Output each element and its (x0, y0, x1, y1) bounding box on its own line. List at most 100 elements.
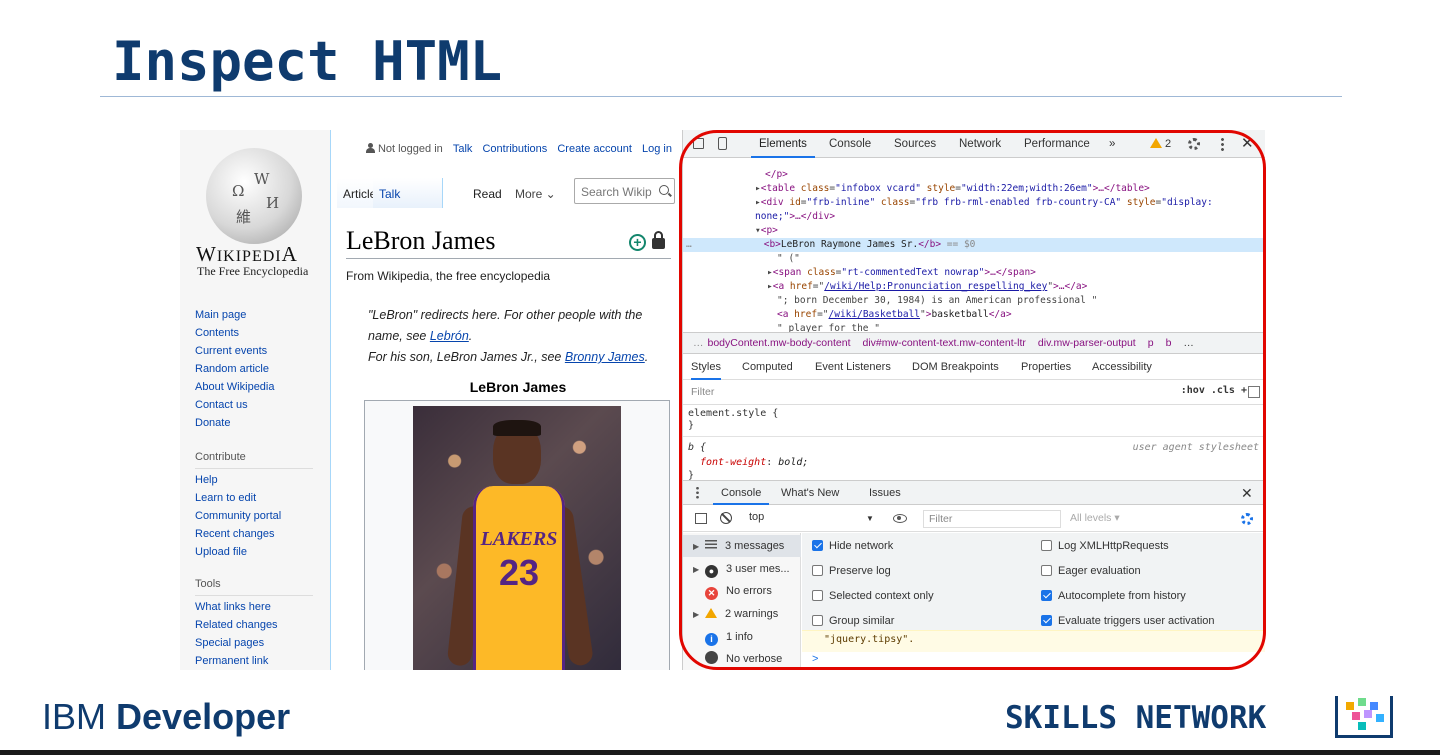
dom-node-p[interactable]: ▾<p> (755, 224, 778, 238)
tab-read[interactable]: Read (467, 178, 508, 208)
dom-node-a-pronunciation[interactable]: ▸<a href="/wiki/Help:Pronunciation_respe… (767, 280, 1087, 294)
sidebar-item-contents[interactable]: Contents (195, 324, 275, 342)
dom-node-span[interactable]: ▸<span class="rt-commentedText nowrap">…… (767, 266, 1036, 280)
sidebar-item-permanent-link[interactable]: Permanent link (195, 652, 313, 670)
log-in-link[interactable]: Log in (642, 143, 672, 155)
sidebar-item-community-portal[interactable]: Community portal (195, 507, 313, 525)
breadcrumb-bodycontent[interactable]: bodyContent.mw-body-content (708, 337, 851, 349)
log-xhr-checkbox[interactable]: Log XMLHttpRequests (1041, 540, 1169, 552)
sidebar-item-what-links-here[interactable]: What links here (195, 598, 313, 616)
warnings-badge[interactable]: 2 (1150, 130, 1171, 158)
breadcrumb-p[interactable]: p (1148, 337, 1154, 349)
log-levels-dropdown[interactable]: All levels ▾ (1070, 512, 1120, 524)
bronny-james-link[interactable]: Bronny James (565, 350, 645, 364)
preserve-log-checkbox[interactable]: Preserve log (812, 565, 891, 577)
sidebar-item-help[interactable]: Help (195, 471, 313, 489)
breadcrumb-scroll-left[interactable]: … (683, 337, 704, 349)
font-weight-declaration[interactable]: font-weight: bold; (700, 457, 808, 469)
dom-node-a-basketball[interactable]: <a href="/wiki/Basketball">basketball</a… (777, 308, 1012, 322)
player-photo[interactable]: LAKERS 23 (413, 406, 621, 670)
lock-icon[interactable] (652, 231, 665, 249)
dom-node-p-close[interactable]: </p> (765, 168, 788, 182)
talk-link[interactable]: Talk (453, 143, 473, 155)
drawer-tab-issues[interactable]: Issues (869, 481, 901, 505)
breadcrumb-scroll-right[interactable]: … (1183, 337, 1194, 349)
message-group-errors[interactable]: ✕ No errors (693, 580, 772, 602)
dom-text-player[interactable]: " player for the " (777, 322, 880, 332)
evaluate-triggers-checkbox[interactable]: Evaluate triggers user activation (1041, 615, 1215, 627)
tab-dom-breakpoints[interactable]: DOM Breakpoints (912, 354, 999, 380)
live-expression-eye-icon[interactable] (893, 514, 907, 523)
element-style-selector[interactable]: element.style { (688, 408, 778, 420)
tab-styles[interactable]: Styles (691, 354, 721, 380)
sidebar-item-recent-changes[interactable]: Recent changes (195, 525, 313, 543)
search-input[interactable]: Search Wikip (574, 178, 675, 204)
sidebar-item-related-changes[interactable]: Related changes (195, 616, 313, 634)
tab-network[interactable]: Network (959, 130, 1001, 158)
inspect-element-icon[interactable] (693, 138, 704, 149)
sidebar-item-special-pages[interactable]: Special pages (195, 634, 313, 652)
tab-properties[interactable]: Properties (1021, 354, 1071, 380)
sidebar-item-current-events[interactable]: Current events (195, 342, 275, 360)
console-prompt[interactable]: > (802, 652, 1265, 670)
sidebar-item-random-article[interactable]: Random article (195, 360, 275, 378)
sidebar-item-main-page[interactable]: Main page (195, 306, 275, 324)
dom-text-paren[interactable]: " (" (777, 252, 800, 266)
group-similar-checkbox[interactable]: Group similar (812, 615, 894, 627)
console-settings-icon[interactable] (1241, 513, 1253, 525)
tab-talk[interactable]: Talk (373, 178, 443, 208)
autocomplete-history-checkbox[interactable]: Autocomplete from history (1041, 590, 1186, 602)
breadcrumb-b[interactable]: b (1166, 337, 1172, 349)
styles-filter-input[interactable]: Filter (691, 386, 714, 398)
tab-performance[interactable]: Performance (1024, 130, 1090, 158)
search-icon[interactable] (659, 185, 669, 195)
console-sidebar-toggle-icon[interactable] (695, 513, 707, 524)
message-group-all[interactable]: ▶ 3 messages (683, 535, 801, 557)
drawer-menu-icon[interactable] (696, 486, 699, 499)
dom-node-table[interactable]: ▸<table class="infobox vcard" style="wid… (755, 182, 1150, 196)
message-group-warnings[interactable]: ▶ 2 warnings (693, 603, 778, 625)
context-selector[interactable]: top (749, 511, 764, 523)
dom-node-div-frb[interactable]: ▸<div id="frb-inline" class="frb frb-rml… (755, 196, 1213, 210)
tab-sources[interactable]: Sources (894, 130, 936, 158)
b-rule-selector[interactable]: b { (688, 442, 706, 454)
create-account-link[interactable]: Create account (557, 143, 632, 155)
add-circle-icon[interactable]: + (629, 234, 646, 251)
drawer-tab-whats-new[interactable]: What's New (781, 481, 839, 505)
hide-network-checkbox[interactable]: Hide network (812, 540, 893, 552)
settings-gear-icon[interactable] (1188, 138, 1200, 150)
tab-computed[interactable]: Computed (742, 354, 793, 380)
more-tabs-button[interactable]: » (1109, 130, 1115, 158)
tab-event-listeners[interactable]: Event Listeners (815, 354, 891, 380)
drawer-tab-console[interactable]: Console (713, 481, 770, 505)
contributions-link[interactable]: Contributions (482, 143, 547, 155)
wikipedia-globe-icon[interactable]: Ω W И 維 (206, 148, 302, 244)
clear-console-icon[interactable] (720, 512, 732, 524)
toggle-sidebar-icon[interactable] (1248, 386, 1260, 398)
lebron-disambiguation-link[interactable]: Lebrón (430, 329, 469, 343)
dom-text-born[interactable]: "; born December 30, 1984) is an America… (777, 294, 1097, 308)
breadcrumb-parser-output[interactable]: div.mw-parser-output (1038, 337, 1136, 349)
breadcrumb-content-text[interactable]: div#mw-content-text.mw-content-ltr (863, 337, 1026, 349)
sidebar-item-contact[interactable]: Contact us (195, 396, 275, 414)
close-drawer-icon[interactable]: ✕ (1241, 481, 1253, 505)
styles-filter-tools[interactable]: :hov .cls + (1181, 385, 1247, 396)
tab-console[interactable]: Console (829, 130, 871, 158)
message-group-info[interactable]: i1 info (693, 626, 753, 648)
message-group-verbose[interactable]: No verbose (693, 648, 782, 670)
tab-accessibility[interactable]: Accessibility (1092, 354, 1152, 380)
selected-context-checkbox[interactable]: Selected context only (812, 590, 934, 602)
context-dropdown-icon[interactable]: ▼ (866, 514, 874, 523)
tab-elements[interactable]: Elements (751, 130, 815, 158)
sidebar-item-about[interactable]: About Wikipedia (195, 378, 275, 396)
dom-node-b-selected[interactable]: … <b>LeBron Raymone James Sr.</b> == $0 (683, 238, 1265, 253)
close-devtools-icon[interactable]: ✕ (1241, 130, 1254, 158)
sidebar-item-learn-to-edit[interactable]: Learn to edit (195, 489, 313, 507)
sidebar-item-donate[interactable]: Donate (195, 414, 275, 432)
eager-evaluation-checkbox[interactable]: Eager evaluation (1041, 565, 1141, 577)
device-toolbar-icon[interactable] (718, 137, 727, 150)
more-options-icon[interactable] (1221, 137, 1224, 151)
message-group-user[interactable]: ▶ ● 3 user mes... (693, 558, 790, 580)
sidebar-item-upload-file[interactable]: Upload file (195, 543, 313, 561)
console-filter-input[interactable]: Filter (923, 510, 1061, 528)
